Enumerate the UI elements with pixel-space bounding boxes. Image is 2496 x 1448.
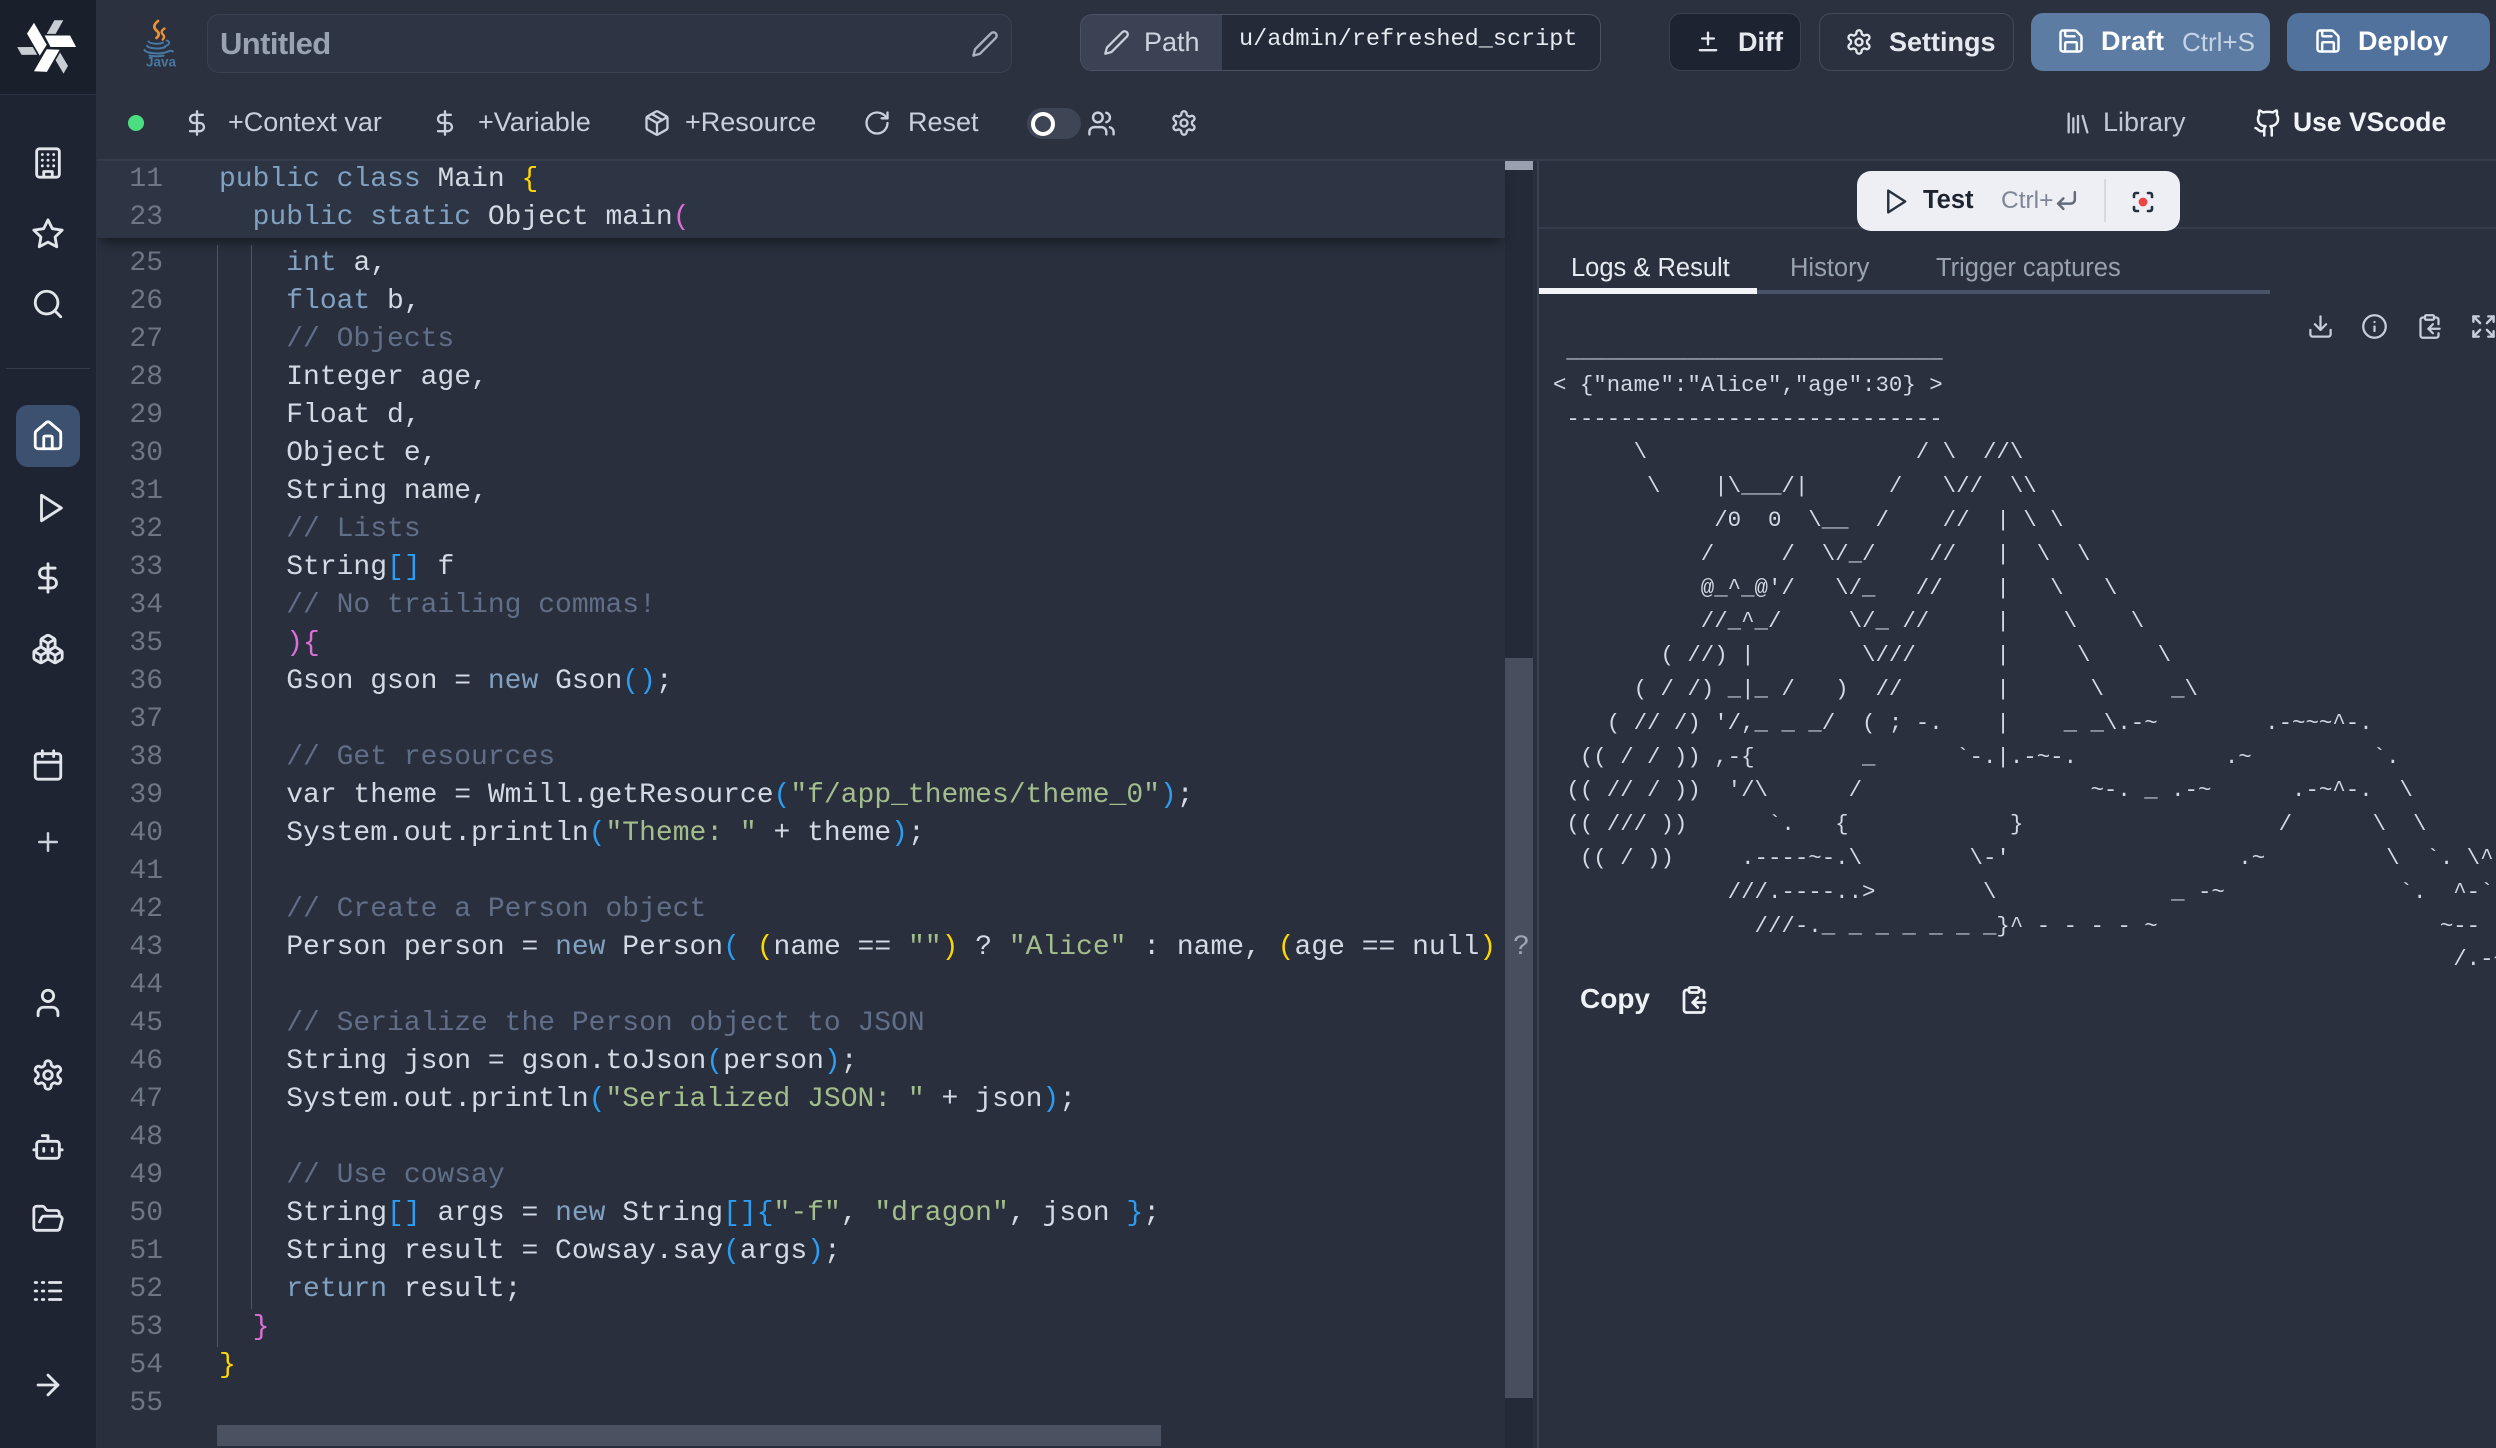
svg-text:Java: Java [146, 55, 176, 69]
